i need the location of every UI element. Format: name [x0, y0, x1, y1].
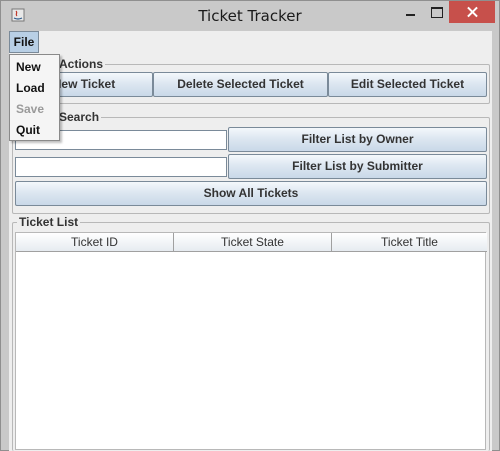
maximize-button[interactable]	[423, 1, 449, 23]
delete-selected-ticket-button[interactable]: Delete Selected Ticket	[153, 72, 328, 97]
column-header-ticket-state[interactable]: Ticket State	[174, 233, 332, 252]
title-bar[interactable]: Ticket Tracker	[1, 1, 499, 31]
client-area: File Actions New Ticket Delete Selected …	[9, 31, 492, 451]
column-header-ticket-title[interactable]: Ticket Title	[332, 233, 487, 252]
search-panel-title: Search	[57, 110, 102, 124]
ticket-list-panel-title: Ticket List	[17, 215, 81, 229]
filter-by-submitter-button[interactable]: Filter List by Submitter	[228, 154, 487, 179]
menu-bar: File	[9, 31, 492, 54]
filter-by-owner-button[interactable]: Filter List by Owner	[228, 127, 487, 152]
actions-panel: Actions New Ticket Delete Selected Ticke…	[12, 57, 490, 104]
menu-file[interactable]: File	[9, 31, 39, 53]
edit-selected-ticket-button[interactable]: Edit Selected Ticket	[328, 72, 487, 97]
menu-item-quit[interactable]: Quit	[10, 120, 59, 140]
app-window: Ticket Tracker File Actions New Ticket D…	[0, 0, 500, 451]
actions-panel-title: Actions	[57, 57, 106, 71]
menu-item-load[interactable]: Load	[10, 78, 59, 98]
menu-item-new[interactable]: New	[10, 57, 59, 77]
file-menu-dropdown: New Load Save Quit	[9, 54, 60, 141]
column-header-ticket-id[interactable]: Ticket ID	[16, 233, 174, 252]
show-all-tickets-button[interactable]: Show All Tickets	[15, 181, 487, 206]
ticket-table[interactable]: Ticket ID Ticket State Ticket Title	[15, 232, 487, 450]
close-button[interactable]	[449, 1, 495, 23]
minimize-button[interactable]	[397, 1, 423, 23]
menu-item-save: Save	[16, 102, 45, 116]
search-panel: Search Filter List by Owner Filter List …	[12, 110, 490, 214]
submitter-filter-input[interactable]	[15, 157, 227, 177]
